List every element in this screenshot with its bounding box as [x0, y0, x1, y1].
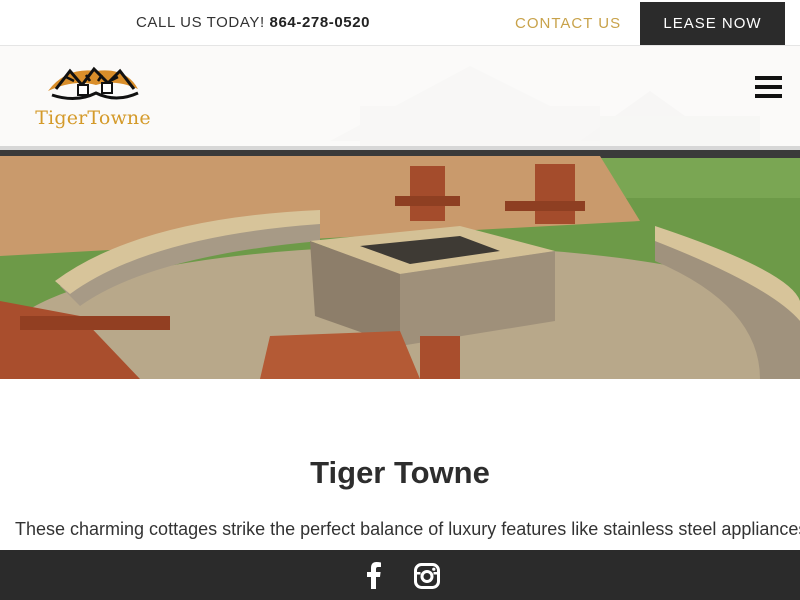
tiger-logo-icon: [48, 66, 139, 100]
page-title: Tiger Towne: [310, 455, 490, 490]
top-bar: CALL US TODAY! 864-278-0520 CONTACT US L…: [0, 0, 800, 46]
call-us-text: CALL US TODAY! 864-278-0520: [136, 14, 370, 31]
contact-us-link[interactable]: CONTACT US: [515, 15, 621, 32]
phone-number-link[interactable]: 864-278-0520: [270, 14, 371, 31]
property-description: These charming cottages strike the perfe…: [15, 519, 800, 539]
menu-hamburger-icon[interactable]: [755, 76, 782, 100]
call-us-label: CALL US TODAY!: [136, 14, 265, 31]
tigertowne-logo[interactable]: TigerTowne: [26, 63, 160, 133]
lease-now-button[interactable]: LEASE NOW: [640, 2, 785, 45]
instagram-icon[interactable]: [414, 563, 440, 589]
footer-social-bar: [0, 550, 800, 600]
brand-name: TigerTowne: [35, 107, 151, 129]
facebook-icon[interactable]: [362, 561, 384, 589]
